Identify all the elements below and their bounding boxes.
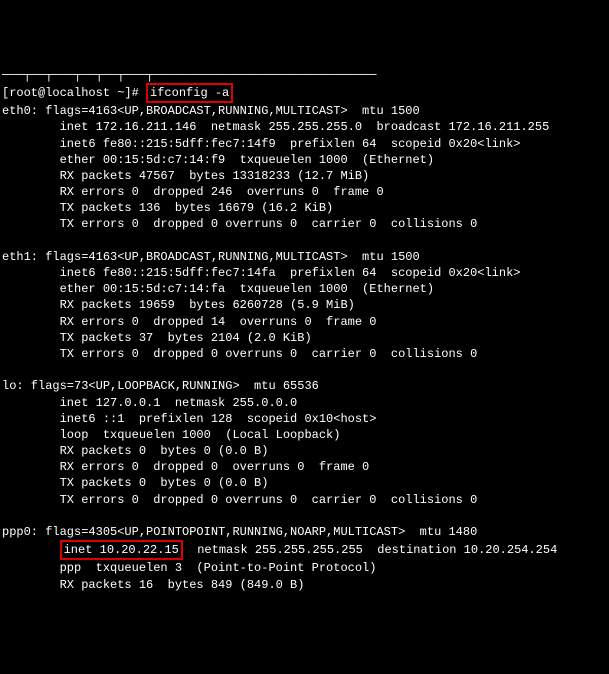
lo-inet: inet 127.0.0.1 netmask 255.0.0.0 <box>2 395 607 411</box>
eth0-inet6: inet6 fe80::215:5dff:fec7:14f9 prefixlen… <box>2 136 607 152</box>
eth0-rx-errors: RX errors 0 dropped 246 overruns 0 frame… <box>2 184 607 200</box>
eth1-tx-packets: TX packets 37 bytes 2104 (2.0 KiB) <box>2 330 607 346</box>
lo-flags: lo: flags=73<UP,LOOPBACK,RUNNING> mtu 65… <box>2 378 607 394</box>
lo-inet6: inet6 ::1 prefixlen 128 scopeid 0x10<hos… <box>2 411 607 427</box>
eth1-rx-packets: RX packets 19659 bytes 6260728 (5.9 MiB) <box>2 297 607 313</box>
eth1-inet6: inet6 fe80::215:5dff:fec7:14fa prefixlen… <box>2 265 607 281</box>
ppp0-inet-text: inet 10.20.22.15 <box>64 543 179 557</box>
ppp0-inet-pre <box>2 543 60 557</box>
command-highlight: ifconfig -a <box>146 83 233 103</box>
eth1-flags: eth1: flags=4163<UP,BROADCAST,RUNNING,MU… <box>2 249 607 265</box>
ppp0-rx-packets: RX packets 16 bytes 849 (849.0 B) <box>2 577 607 593</box>
eth1-rx-errors: RX errors 0 dropped 14 overruns 0 frame … <box>2 314 607 330</box>
blank-3 <box>2 508 607 524</box>
ppp0-inet-post: netmask 255.255.255.255 destination 10.2… <box>183 543 557 557</box>
ppp0-inet-highlight: inet 10.20.22.15 <box>60 540 183 560</box>
lo-tx-packets: TX packets 0 bytes 0 (0.0 B) <box>2 475 607 491</box>
eth0-ether: ether 00:15:5d:c7:14:f9 txqueuelen 1000 … <box>2 152 607 168</box>
blank-1 <box>2 233 607 249</box>
prompt-prefix: [root@localhost ~]# <box>2 86 146 100</box>
lo-loop: loop txqueuelen 1000 (Local Loopback) <box>2 427 607 443</box>
ppp0-ppp: ppp txqueuelen 3 (Point-to-Point Protoco… <box>2 560 607 576</box>
command-text: ifconfig -a <box>150 86 229 100</box>
eth0-inet: inet 172.16.211.146 netmask 255.255.255.… <box>2 119 607 135</box>
prompt-line: [root@localhost ~]# ifconfig -a <box>2 83 607 103</box>
ppp0-flags: ppp0: flags=4305<UP,POINTOPOINT,RUNNING,… <box>2 524 607 540</box>
eth0-tx-errors: TX errors 0 dropped 0 overruns 0 carrier… <box>2 216 607 232</box>
top-partial-line: ───┬──┬───┬──┬──┬───┬───────────────────… <box>2 67 607 83</box>
eth1-ether: ether 00:15:5d:c7:14:fa txqueuelen 1000 … <box>2 281 607 297</box>
lo-rx-errors: RX errors 0 dropped 0 overruns 0 frame 0 <box>2 459 607 475</box>
lo-rx-packets: RX packets 0 bytes 0 (0.0 B) <box>2 443 607 459</box>
eth0-flags: eth0: flags=4163<UP,BROADCAST,RUNNING,MU… <box>2 103 607 119</box>
ppp0-inet-line: inet 10.20.22.15 netmask 255.255.255.255… <box>2 540 607 560</box>
blank-2 <box>2 362 607 378</box>
eth0-tx-packets: TX packets 136 bytes 16679 (16.2 KiB) <box>2 200 607 216</box>
eth1-tx-errors: TX errors 0 dropped 0 overruns 0 carrier… <box>2 346 607 362</box>
eth0-rx-packets: RX packets 47567 bytes 13318233 (12.7 Mi… <box>2 168 607 184</box>
